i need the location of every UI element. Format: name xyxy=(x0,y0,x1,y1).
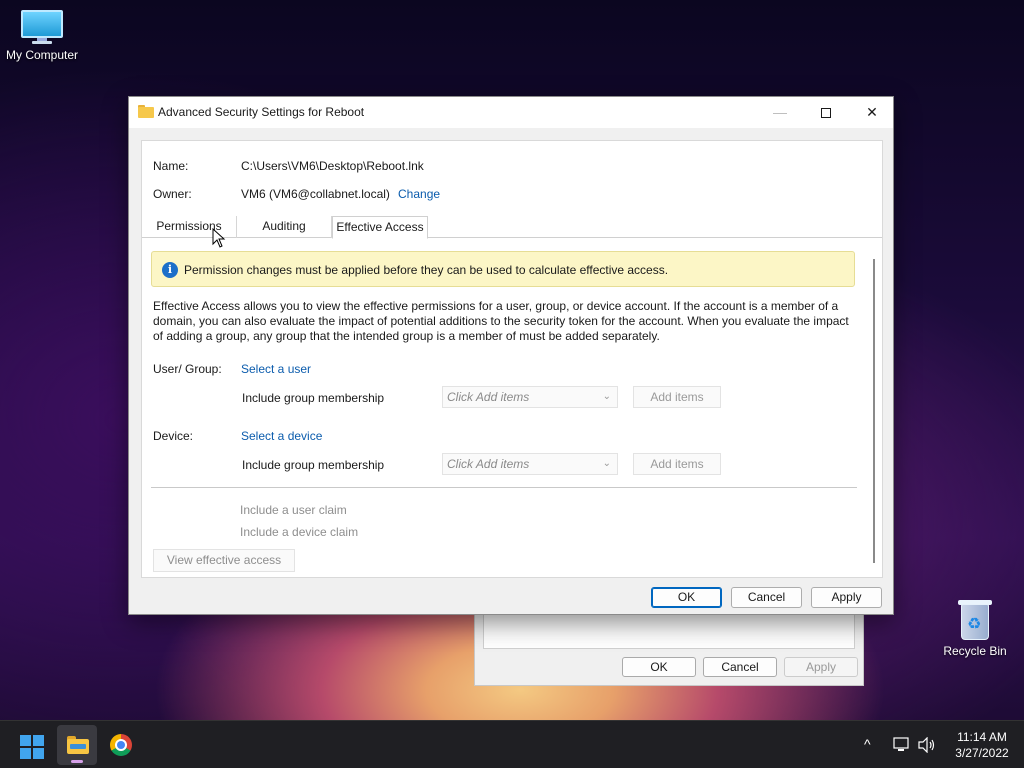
description-line: domain, you can also evaluate the impact… xyxy=(153,314,849,328)
tab-effective-access[interactable]: Effective Access xyxy=(332,216,428,239)
effective-access-description: Effective Access allows you to view the … xyxy=(153,299,857,344)
user-group-label: User/ Group: xyxy=(153,362,222,376)
chevron-down-icon: ⌄ xyxy=(602,458,611,469)
combo-placeholder: Click Add items xyxy=(447,390,530,404)
description-line: of adding a group, any group that the in… xyxy=(153,329,660,343)
desktop-icon-label: Recycle Bin xyxy=(943,644,1007,658)
owner-label: Owner: xyxy=(153,187,192,201)
volume-icon[interactable] xyxy=(917,737,937,753)
select-user-link[interactable]: Select a user xyxy=(241,362,311,376)
ok-button[interactable]: OK xyxy=(651,587,722,608)
system-clock[interactable]: 11:14 AM 3/27/2022 xyxy=(946,729,1018,761)
clock-time: 11:14 AM xyxy=(957,730,1007,744)
monitor-icon xyxy=(21,10,63,44)
name-label: Name: xyxy=(153,159,189,173)
content-panel: Name: C:\Users\VM6\Desktop\Reboot.lnk Ow… xyxy=(141,140,883,578)
recycle-bin-icon: ♻ xyxy=(958,598,992,640)
chevron-down-icon: ⌄ xyxy=(602,391,611,402)
taskbar-chrome[interactable] xyxy=(101,725,141,765)
user-group-membership-combo[interactable]: Click Add items ⌄ xyxy=(442,386,618,408)
background-dialog-content xyxy=(483,615,855,649)
close-button[interactable]: ✕ xyxy=(849,97,895,128)
divider xyxy=(151,487,857,488)
background-properties-dialog: OK Cancel Apply xyxy=(474,614,864,686)
network-icon[interactable] xyxy=(892,737,910,753)
owner-change-link[interactable]: Change xyxy=(398,187,440,201)
include-group-membership-label: Include group membership xyxy=(242,391,385,405)
cancel-button[interactable]: Cancel xyxy=(731,587,802,608)
include-group-membership-label: Include group membership xyxy=(242,458,385,472)
description-line: Effective Access allows you to view the … xyxy=(153,299,839,313)
info-icon: i xyxy=(162,262,178,278)
background-ok-button[interactable]: OK xyxy=(622,657,696,677)
window-title: Advanced Security Settings for Reboot xyxy=(158,105,365,119)
user-add-items-button[interactable]: Add items xyxy=(633,386,721,408)
device-group-membership-combo[interactable]: Click Add items ⌄ xyxy=(442,453,618,475)
info-bar: i Permission changes must be applied bef… xyxy=(151,251,855,287)
info-bar-text: Permission changes must be applied befor… xyxy=(184,263,669,277)
view-effective-access-button[interactable]: View effective access xyxy=(153,549,295,572)
active-indicator xyxy=(71,760,83,763)
folder-icon xyxy=(138,105,154,118)
apply-button[interactable]: Apply xyxy=(811,587,882,608)
select-device-link[interactable]: Select a device xyxy=(241,429,322,443)
taskbar: ^ 11:14 AM 3/27/2022 xyxy=(0,720,1024,768)
file-explorer-icon xyxy=(67,736,89,754)
desktop-icon-my-computer[interactable]: My Computer xyxy=(0,10,84,62)
tab-strip: Permissions Auditing Effective Access xyxy=(142,216,882,239)
include-user-claim-link[interactable]: Include a user claim xyxy=(240,503,347,517)
background-cancel-button[interactable]: Cancel xyxy=(703,657,777,677)
include-device-claim-link[interactable]: Include a device claim xyxy=(240,525,358,539)
taskbar-file-explorer[interactable] xyxy=(57,725,97,765)
device-add-items-button[interactable]: Add items xyxy=(633,453,721,475)
combo-placeholder: Click Add items xyxy=(447,457,530,471)
desktop-icon-label: My Computer xyxy=(5,48,79,62)
device-label: Device: xyxy=(153,429,194,443)
desktop-icon-recycle-bin[interactable]: ♻ Recycle Bin xyxy=(933,598,1017,658)
advanced-security-settings-window: Advanced Security Settings for Reboot — … xyxy=(128,96,894,615)
tab-auditing[interactable]: Auditing xyxy=(237,216,332,238)
mouse-cursor-icon xyxy=(212,228,226,248)
maximize-icon xyxy=(821,108,831,119)
title-bar[interactable]: Advanced Security Settings for Reboot — … xyxy=(129,97,893,128)
maximize-button[interactable] xyxy=(803,97,849,128)
name-value: C:\Users\VM6\Desktop\Reboot.lnk xyxy=(241,159,424,173)
chrome-icon xyxy=(110,734,132,756)
clock-date: 3/27/2022 xyxy=(955,746,1009,760)
vertical-scrollbar[interactable] xyxy=(873,259,875,563)
windows-start-icon[interactable] xyxy=(20,735,44,759)
owner-value: VM6 (VM6@collabnet.local) xyxy=(241,187,390,201)
background-apply-button[interactable]: Apply xyxy=(784,657,858,677)
minimize-button[interactable]: — xyxy=(757,97,803,128)
show-hidden-icons-chevron[interactable]: ^ xyxy=(864,736,871,768)
